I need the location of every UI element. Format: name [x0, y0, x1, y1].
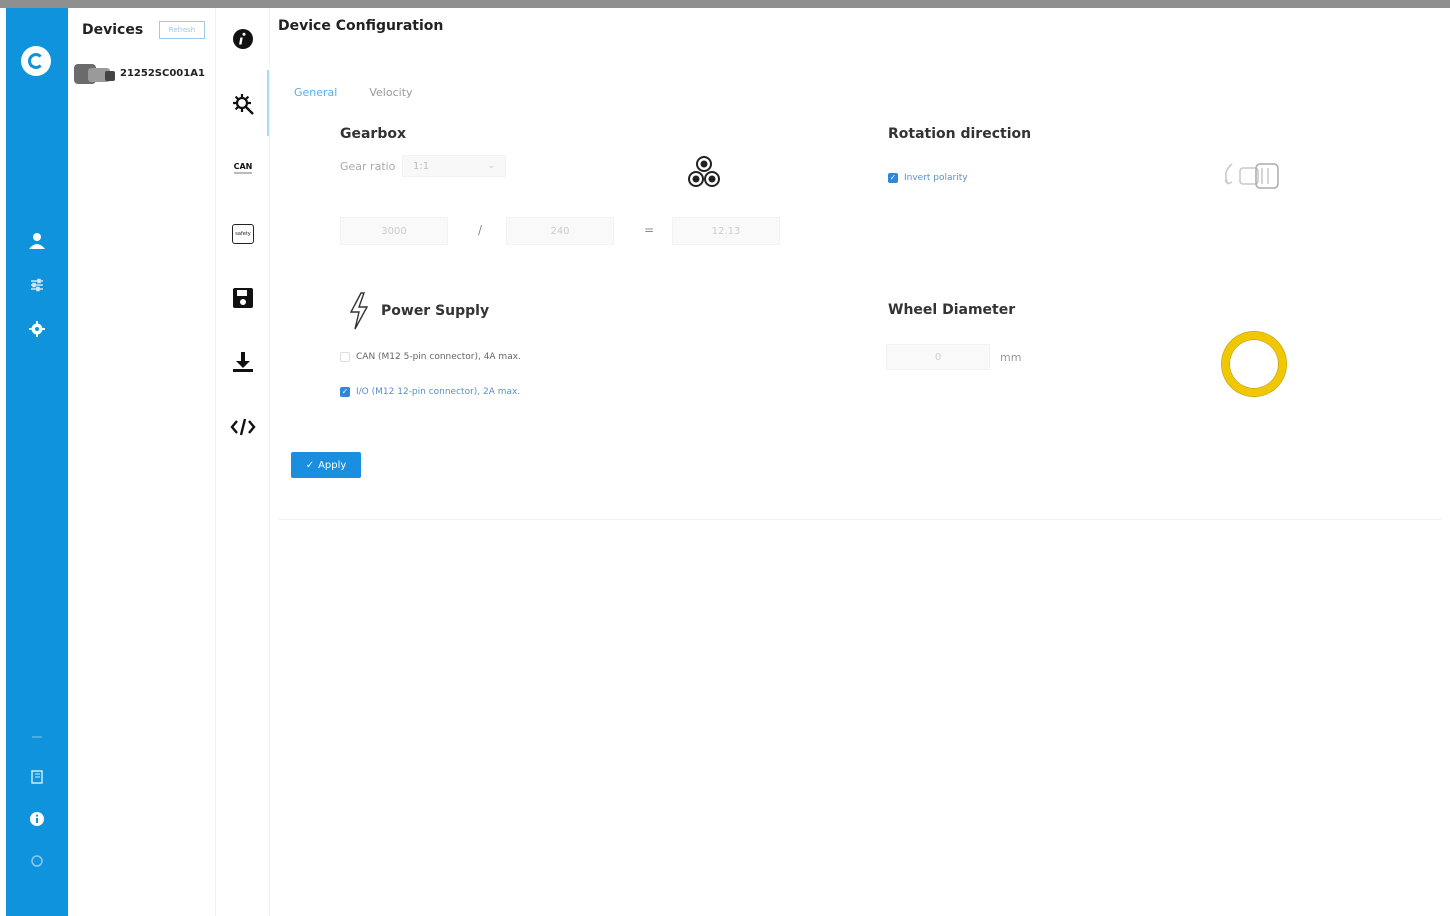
- lightning-icon: [348, 292, 370, 334]
- power-option-io-label: I/O (M12 12-pin connector), 2A max.: [356, 387, 521, 397]
- tool-column: CAN safety: [216, 8, 270, 916]
- book-icon[interactable]: [26, 766, 48, 788]
- info-icon[interactable]: [230, 26, 256, 52]
- chevron-down-icon: ⌄: [487, 161, 495, 171]
- wheel-icon: [1222, 332, 1286, 396]
- app-logo[interactable]: [21, 46, 51, 76]
- gear-ratio-value: 1:1: [413, 160, 430, 172]
- gear-ratio-label: Gear ratio: [340, 160, 396, 173]
- gear-denominator-input[interactable]: 240: [506, 217, 614, 245]
- invert-polarity-checkbox[interactable]: ✓ Invert polarity: [888, 173, 968, 183]
- code-icon[interactable]: [230, 414, 256, 440]
- sliders-icon[interactable]: [26, 274, 48, 296]
- checkbox-checked-icon: ✓: [888, 173, 898, 183]
- checkbox-checked-icon: ✓: [340, 387, 350, 397]
- window-top-bar: [0, 0, 1450, 8]
- gear-ratio-select[interactable]: 1:1 ⌄: [402, 155, 506, 177]
- gear-numerator-input[interactable]: 3000: [340, 217, 448, 245]
- apply-button[interactable]: ✓ Apply: [291, 452, 361, 478]
- power-icon[interactable]: [26, 850, 48, 872]
- active-tool-indicator: [267, 70, 269, 136]
- gearbox-title: Gearbox: [340, 126, 407, 142]
- power-option-can[interactable]: CAN (M12 5-pin connector), 4A max.: [340, 352, 521, 362]
- safety-icon[interactable]: safety: [230, 221, 256, 247]
- tab-bar: General Velocity: [294, 86, 413, 99]
- divide-operator: /: [478, 223, 483, 237]
- can-icon[interactable]: CAN: [230, 155, 256, 181]
- can-label: CAN: [233, 162, 253, 171]
- motor-rotation-icon: [1218, 154, 1288, 208]
- wheel-diameter-title: Wheel Diameter: [888, 302, 1016, 318]
- checkbox-unchecked-icon: [340, 352, 350, 362]
- separator-icon: [26, 726, 48, 748]
- download-icon[interactable]: [230, 349, 256, 375]
- invert-polarity-label: Invert polarity: [904, 173, 968, 183]
- power-option-can-label: CAN (M12 5-pin connector), 4A max.: [356, 352, 521, 362]
- wheel-diameter-input[interactable]: 0: [886, 344, 990, 370]
- apply-label: Apply: [318, 459, 347, 471]
- devices-panel: Devices Refresh 21252SC001A1: [68, 8, 216, 916]
- rotation-direction-title: Rotation direction: [888, 126, 1032, 142]
- settings-gear-icon[interactable]: [230, 91, 256, 117]
- gear-icon[interactable]: [26, 318, 48, 340]
- user-icon[interactable]: [26, 230, 48, 252]
- gear-result-field: 12.13: [672, 217, 780, 245]
- device-id-label: 21252SC001A1: [120, 67, 205, 79]
- power-option-io[interactable]: ✓ I/O (M12 12-pin connector), 2A max.: [340, 387, 520, 397]
- check-icon: ✓: [305, 459, 315, 471]
- power-supply-title: Power Supply: [381, 303, 490, 319]
- gears-icon: [686, 154, 722, 198]
- wheel-unit-label: mm: [1000, 351, 1022, 364]
- app-sidebar-rail: [6, 8, 68, 916]
- safety-label: safety: [235, 231, 251, 237]
- tab-velocity[interactable]: Velocity: [369, 86, 412, 99]
- save-icon[interactable]: [230, 285, 256, 311]
- device-list-item[interactable]: 21252SC001A1: [72, 56, 212, 90]
- devices-title: Devices: [82, 22, 144, 38]
- refresh-button[interactable]: Refresh: [159, 21, 205, 39]
- tab-general[interactable]: General: [294, 86, 337, 99]
- page-title: Device Configuration: [278, 18, 444, 34]
- main-content: Device Configuration General Velocity Ge…: [270, 8, 1442, 916]
- equals-operator: =: [644, 223, 655, 237]
- device-thumbnail: [72, 59, 116, 87]
- info-icon[interactable]: [26, 808, 48, 830]
- config-card: General Velocity Gearbox Gear ratio 1:1 …: [278, 74, 1442, 520]
